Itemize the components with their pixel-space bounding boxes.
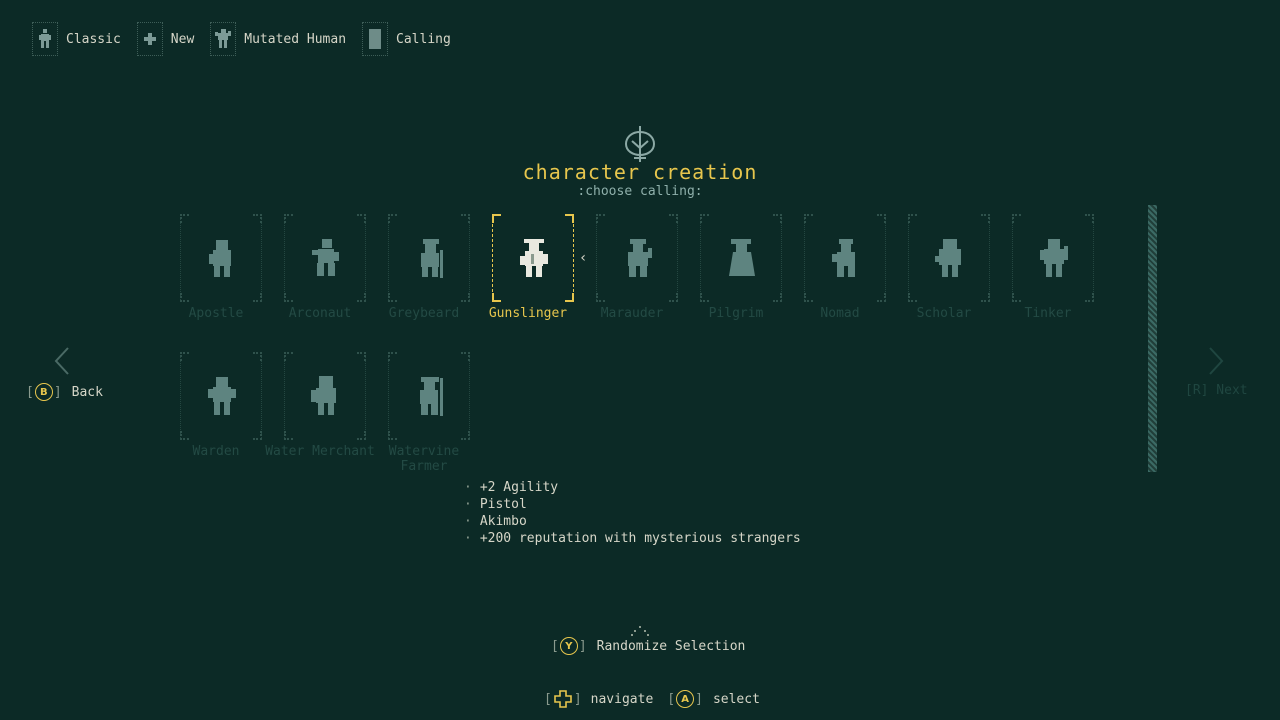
navigate-label: navigate xyxy=(590,691,654,707)
calling-label: Nomad xyxy=(820,306,860,321)
bracket-glyph: [ xyxy=(26,384,34,400)
breadcrumb-label: New xyxy=(170,31,195,47)
breadcrumb: Classic New Mutated Human Calling xyxy=(32,22,467,56)
calling-card-marauder[interactable] xyxy=(596,214,678,302)
plus-tile-icon xyxy=(136,22,163,56)
breadcrumb-item-calling[interactable]: Calling xyxy=(362,22,451,56)
classic-figure-icon xyxy=(32,22,58,56)
bullet-glyph: · xyxy=(464,514,472,529)
bracket-glyph: ] xyxy=(578,638,587,654)
crest-icon xyxy=(624,126,656,162)
control-hints: [ ] navigate [ A ] select xyxy=(544,690,774,708)
select-label: select xyxy=(712,691,760,707)
calling-card-watervine-farmer[interactable] xyxy=(388,352,470,440)
bracket-glyph: ] xyxy=(573,691,582,707)
calling-label: Tinker xyxy=(1024,306,1072,321)
bullet-glyph: · xyxy=(464,531,472,546)
tinker-sprite-icon xyxy=(1040,239,1068,277)
dpad-icon xyxy=(554,690,572,708)
page-title: character creation xyxy=(522,160,758,184)
dots-ornament-icon xyxy=(631,626,649,636)
back-label: Back xyxy=(71,384,103,400)
calling-label: Water Merchant xyxy=(265,444,375,459)
y-button-icon: Y xyxy=(559,637,578,655)
water-merchant-sprite-icon xyxy=(311,376,336,415)
calling-label: Watervine Farmer xyxy=(388,444,460,472)
calling-label: Warden xyxy=(192,444,240,459)
breadcrumb-label: Calling xyxy=(396,31,451,47)
bonus-text: Akimbo xyxy=(479,514,527,529)
breadcrumb-label: Classic xyxy=(66,31,121,47)
next-button[interactable]: [R] Next xyxy=(1185,383,1248,398)
breadcrumb-item-mutated-human[interactable]: Mutated Human xyxy=(210,22,346,56)
calling-card-nomad[interactable] xyxy=(804,214,886,302)
calling-card-water-merchant[interactable] xyxy=(284,352,366,440)
calling-card-greybeard[interactable] xyxy=(388,214,470,302)
marauder-sprite-icon xyxy=(628,239,652,277)
greybeard-sprite-icon xyxy=(421,239,443,278)
bullet-glyph: · xyxy=(464,480,472,495)
calling-label: Arconaut xyxy=(288,306,352,321)
calling-label: Apostle xyxy=(188,306,244,321)
list-item: · Akimbo xyxy=(464,513,801,530)
bracket-glyph: [ xyxy=(667,691,676,707)
bracket-glyph: [ xyxy=(544,691,552,707)
page-subtitle: :choose calling: xyxy=(577,184,703,199)
bullet-glyph: · xyxy=(464,497,472,512)
a-button-icon: A xyxy=(676,690,695,708)
calling-card-icon xyxy=(362,22,389,56)
list-item: · Pistol xyxy=(464,496,801,513)
calling-card-arconaut[interactable] xyxy=(284,214,366,302)
arconaut-sprite-icon xyxy=(312,239,339,276)
bonus-text: Pistol xyxy=(479,497,527,512)
list-item: · +2 Agility xyxy=(464,479,801,496)
bonus-text: +2 Agility xyxy=(479,480,559,495)
apostle-sprite-icon xyxy=(209,240,231,277)
scholar-sprite-icon xyxy=(935,239,961,277)
chevron-right-icon[interactable] xyxy=(1206,346,1226,376)
gunslinger-sprite-icon xyxy=(520,239,548,277)
bracket-glyph: ] xyxy=(695,691,703,707)
back-button[interactable]: [ B ] Back xyxy=(26,383,103,401)
pilgrim-sprite-icon xyxy=(729,239,755,276)
character-creation-screen: Classic New Mutated Human Calling charac… xyxy=(0,0,1280,720)
breadcrumb-item-classic[interactable]: Classic xyxy=(32,22,121,56)
calling-label: Pilgrim xyxy=(708,306,764,321)
bracket-glyph: [ xyxy=(551,638,559,654)
calling-bonus-list: · +2 Agility · Pistol · Akimbo · +200 reputa… xyxy=(464,479,801,547)
calling-card-tinker[interactable] xyxy=(1012,214,1094,302)
navigate-hint: [ ] navigate xyxy=(544,690,653,708)
bonus-text: +200 reputation with mysterious stranger… xyxy=(479,531,801,546)
breadcrumb-label: Mutated Human xyxy=(244,31,347,47)
select-hint: [ A ] select xyxy=(667,690,760,708)
calling-label: Scholar xyxy=(916,306,972,321)
calling-card-scholar[interactable] xyxy=(908,214,990,302)
selection-caret: ‹ xyxy=(579,250,588,266)
mutant-figure-icon xyxy=(210,22,237,56)
randomize-selection-button[interactable]: [ Y ] Randomize Selection xyxy=(551,637,745,655)
list-item: · +200 reputation with mysterious strange… xyxy=(464,530,801,547)
warden-sprite-icon xyxy=(208,377,236,415)
breadcrumb-item-new[interactable]: New xyxy=(136,22,195,56)
calling-card-apostle[interactable] xyxy=(180,214,262,302)
b-button-icon: B xyxy=(34,383,53,401)
bracket-glyph: ] xyxy=(53,384,62,400)
chevron-left-icon[interactable] xyxy=(52,346,72,376)
calling-label: Marauder xyxy=(600,306,664,321)
calling-label-selected: Gunslinger xyxy=(488,306,568,321)
calling-scrollbar[interactable] xyxy=(1148,205,1157,472)
calling-card-gunslinger[interactable] xyxy=(492,214,574,302)
randomize-label: Randomize Selection xyxy=(596,638,746,654)
calling-card-warden[interactable] xyxy=(180,352,262,440)
calling-card-pilgrim[interactable] xyxy=(700,214,782,302)
watervine-farmer-sprite-icon xyxy=(420,377,443,416)
calling-label: Greybeard xyxy=(388,306,460,321)
nomad-sprite-icon xyxy=(832,239,855,277)
